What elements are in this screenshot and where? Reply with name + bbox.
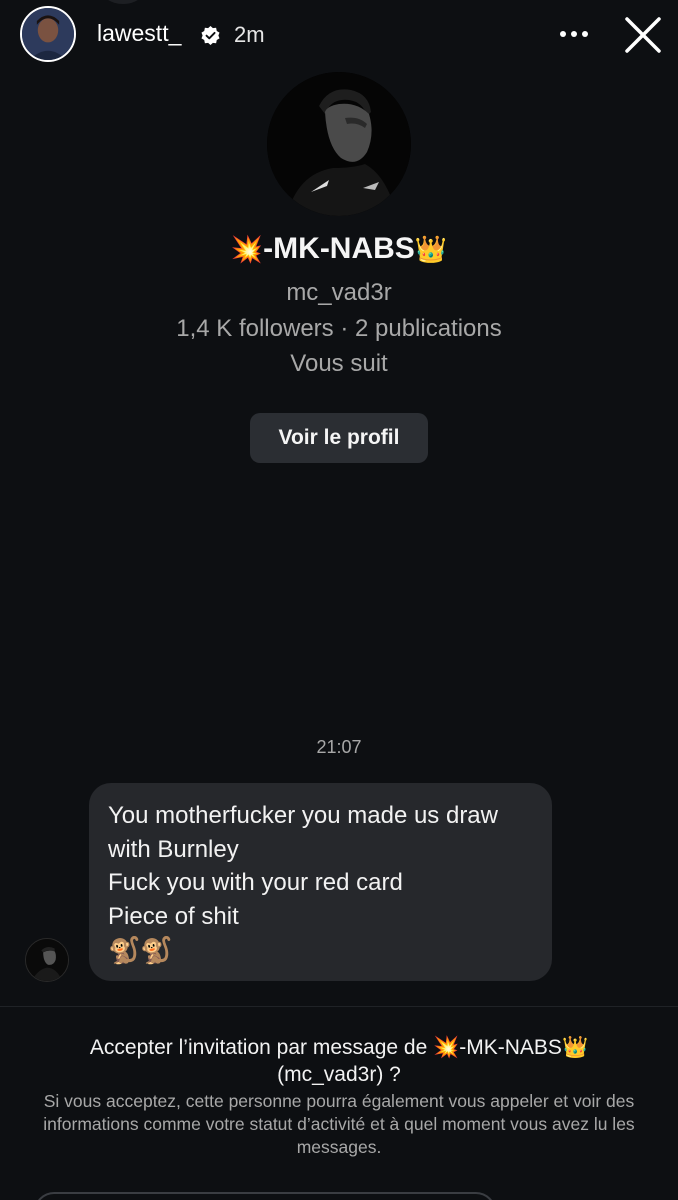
invitation-title-prefix: Accepter l’invitation par message de xyxy=(89,1036,428,1059)
invitation-description: Si vous acceptez, cette personne pourra … xyxy=(43,1091,635,1157)
footer-divider xyxy=(0,1006,678,1007)
display-name-text: -MK-NABS xyxy=(263,232,415,265)
crown-emoji: 👑 xyxy=(561,1036,589,1059)
sender-photo-icon xyxy=(26,939,68,981)
view-profile-button[interactable]: Voir le profil xyxy=(250,413,428,463)
header-username[interactable]: lawestt_ xyxy=(97,20,181,47)
monkey-emoji-line: 🐒🐒 xyxy=(108,935,173,965)
more-options-icon[interactable] xyxy=(558,28,590,40)
user-photo-icon xyxy=(22,8,74,60)
post-time: 2m xyxy=(234,22,265,47)
invitation-title-name: -MK-NABS xyxy=(459,1036,562,1059)
message-bubble[interactable]: You motherfucker you made us draw with B… xyxy=(89,783,552,981)
sender-avatar[interactable] xyxy=(25,938,69,982)
profile-avatar[interactable] xyxy=(267,72,411,216)
bottom-action-button[interactable] xyxy=(34,1192,496,1200)
collision-emoji: 💥 xyxy=(230,234,264,264)
story-header: lawestt_ 2m xyxy=(0,0,678,72)
header-avatar[interactable] xyxy=(20,6,76,62)
profile-display-name: 💥-MK-NABS👑 xyxy=(0,232,678,266)
message-timestamp: 21:07 xyxy=(316,737,362,757)
message-line: Fuck you with your red card xyxy=(108,869,403,896)
story-reply-screen: lawestt_ 2m 💥-MK-NABS👑 mc_vad3r 1,4 K fo… xyxy=(0,0,678,1200)
verified-badge-icon xyxy=(201,26,220,45)
message-line: Piece of shit xyxy=(108,902,239,930)
invitation-title: Accepter l’invitation par message de 💥-M… xyxy=(20,1034,658,1088)
profile-handle: mc_vad3r xyxy=(286,279,392,306)
close-icon[interactable] xyxy=(622,14,664,56)
invitation-title-suffix: (mc_vad3r) ? xyxy=(277,1063,401,1086)
collision-emoji: 💥 xyxy=(433,1036,460,1059)
follows-you-label: Vous suit xyxy=(290,350,388,377)
profile-stats: 1,4 K followers · 2 publications xyxy=(176,315,502,342)
profile-photo-icon xyxy=(267,72,411,216)
crown-emoji: 👑 xyxy=(414,234,448,264)
message-line: You motherfucker you made us draw with B… xyxy=(108,802,498,863)
